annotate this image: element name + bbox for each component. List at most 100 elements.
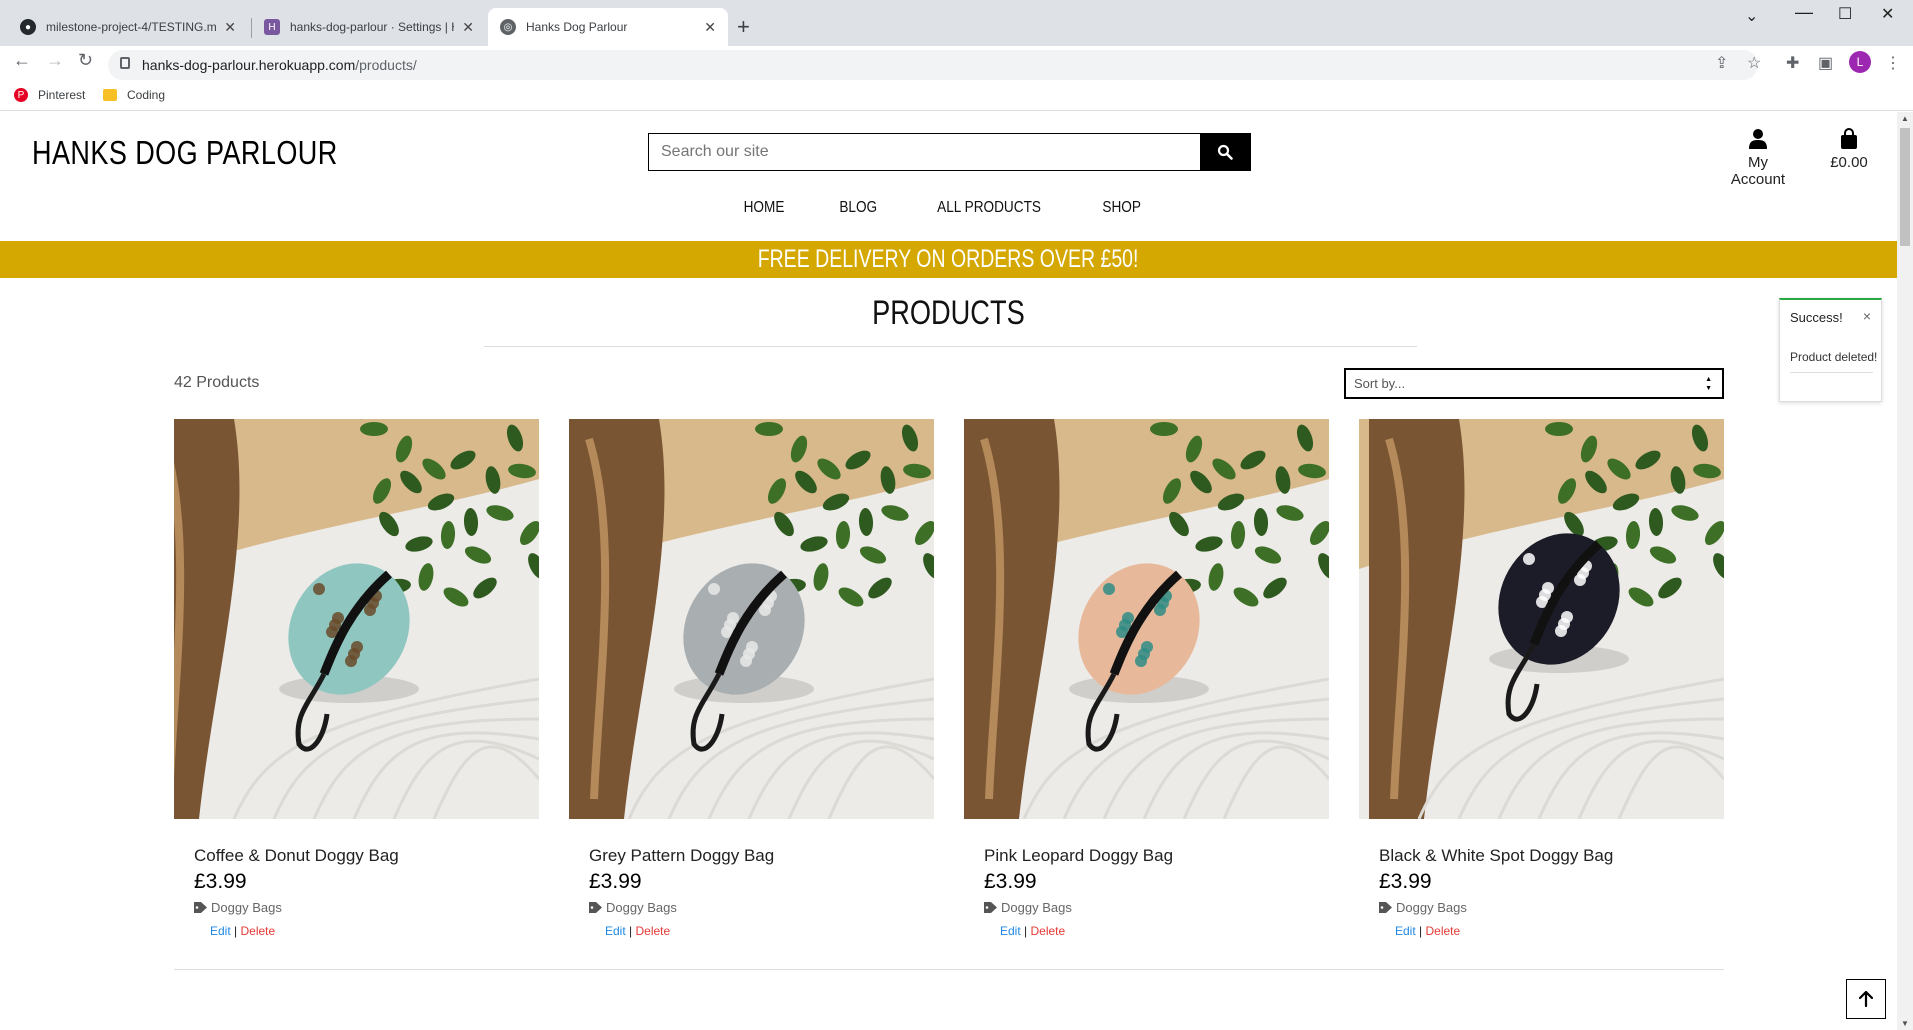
edit-link[interactable]: Edit: [210, 924, 231, 938]
side-panel-icon[interactable]: ▣: [1818, 53, 1833, 73]
search-input[interactable]: [649, 134, 1200, 170]
bag-pattern-dot: [1523, 553, 1535, 565]
delete-link[interactable]: Delete: [1030, 924, 1065, 938]
bookmark-star-icon[interactable]: ☆: [1747, 53, 1761, 73]
product-category[interactable]: Doggy Bags: [984, 900, 1072, 915]
my-account-link[interactable]: My Account: [1722, 128, 1794, 188]
edit-link[interactable]: Edit: [1395, 924, 1416, 938]
scroll-down-icon[interactable]: ▼: [1901, 1019, 1909, 1028]
new-tab-icon[interactable]: +: [737, 14, 750, 40]
category-label: Doggy Bags: [1001, 900, 1072, 915]
tab-strip: ● milestone-project-4/TESTING.md ✕ H han…: [0, 0, 1913, 46]
nav-blog[interactable]: BLOG: [839, 199, 877, 217]
extensions-icon[interactable]: ✚: [1786, 53, 1799, 73]
tab-github[interactable]: ● milestone-project-4/TESTING.md ✕: [8, 8, 248, 46]
nav-home[interactable]: HOME: [744, 199, 785, 217]
success-toast: Success! × Product deleted!: [1779, 298, 1882, 402]
nav-all-products[interactable]: ALL PRODUCTS: [938, 199, 1042, 217]
delete-link[interactable]: Delete: [635, 924, 670, 938]
product-name: Pink Leopard Doggy Bag: [984, 846, 1174, 865]
action-separator: |: [230, 924, 241, 938]
forward-icon[interactable]: →: [46, 50, 64, 71]
products-divider: [174, 969, 1724, 970]
bag-total: £0.00: [1830, 154, 1868, 171]
close-tab-icon[interactable]: ✕: [224, 19, 236, 36]
close-window-icon[interactable]: ✕: [1881, 4, 1894, 24]
nav-shop[interactable]: SHOP: [1102, 199, 1141, 217]
scroll-up-icon[interactable]: ▲: [1901, 114, 1909, 123]
product-price: £3.99: [1379, 870, 1432, 893]
address-bar[interactable]: hanks-dog-parlour.herokuapp.com/products…: [108, 50, 1758, 80]
toast-close-button[interactable]: ×: [1863, 308, 1871, 324]
menu-icon[interactable]: ⋮: [1885, 53, 1901, 73]
pinterest-icon: P: [14, 88, 28, 102]
product-image[interactable]: [174, 419, 539, 819]
close-tab-icon[interactable]: ✕: [462, 19, 474, 36]
shopping-bag-icon: [1841, 128, 1857, 149]
user-icon: [1749, 129, 1767, 149]
product-image[interactable]: [569, 419, 934, 819]
bag-pattern-dot: [708, 583, 720, 595]
tab-search-icon[interactable]: ⌄: [1745, 6, 1758, 26]
search-button[interactable]: [1200, 134, 1250, 170]
account-label: My Account: [1730, 154, 1786, 188]
scrollbar-thumb[interactable]: [1900, 128, 1910, 246]
shopping-bag-link[interactable]: £0.00: [1826, 128, 1872, 171]
close-tab-icon[interactable]: ✕: [704, 19, 716, 36]
bag-pattern-dot: [1154, 604, 1166, 616]
tag-icon: [984, 902, 997, 913]
tab-hanks[interactable]: ◎ Hanks Dog Parlour ✕: [488, 8, 728, 46]
bag-pattern-dot: [740, 655, 752, 667]
bookmark-pinterest[interactable]: P Pinterest: [14, 88, 85, 102]
product-category[interactable]: Doggy Bags: [589, 900, 677, 915]
product-image[interactable]: [1359, 419, 1724, 819]
tab-title: milestone-project-4/TESTING.md: [46, 20, 217, 34]
edit-link[interactable]: Edit: [605, 924, 626, 938]
bag-pattern-dot: [1555, 625, 1567, 637]
maximize-icon[interactable]: ☐: [1838, 4, 1852, 24]
leaf: [1150, 422, 1178, 436]
product-category[interactable]: Doggy Bags: [1379, 900, 1467, 915]
product-category[interactable]: Doggy Bags: [194, 900, 282, 915]
minimize-icon[interactable]: —: [1795, 2, 1813, 23]
product-name: Black & White Spot Doggy Bag: [1379, 846, 1614, 865]
toast-divider: [1790, 372, 1873, 373]
sort-select[interactable]: Sort by... ▲ ▼: [1344, 368, 1724, 399]
lock-icon: [120, 57, 130, 69]
bag-pattern-dot: [345, 655, 357, 667]
bag-pattern-dot: [364, 604, 376, 616]
share-icon[interactable]: ⇪: [1715, 53, 1728, 73]
site-search: [648, 133, 1251, 171]
tab-heroku[interactable]: H hanks-dog-parlour · Settings | He ✕: [252, 8, 486, 46]
folder-icon: [103, 89, 117, 101]
tag-icon: [1379, 902, 1392, 913]
leaf: [360, 422, 388, 436]
url-text: hanks-dog-parlour.herokuapp.com/products…: [142, 57, 417, 73]
bookmark-coding[interactable]: Coding: [103, 88, 165, 102]
delete-link[interactable]: Delete: [1425, 924, 1460, 938]
tag-icon: [194, 902, 207, 913]
category-label: Doggy Bags: [1396, 900, 1467, 915]
product-image[interactable]: [964, 419, 1329, 819]
page-scrollbar[interactable]: ▲ ▼: [1897, 112, 1913, 1030]
profile-avatar[interactable]: L: [1849, 51, 1871, 73]
action-separator: |: [1415, 924, 1426, 938]
action-separator: |: [1020, 924, 1031, 938]
delete-link[interactable]: Delete: [240, 924, 275, 938]
product-name: Coffee & Donut Doggy Bag: [194, 846, 399, 865]
site-brand[interactable]: HANKS DOG PARLOUR: [32, 134, 338, 172]
reload-icon[interactable]: ↻: [78, 50, 93, 71]
back-to-top-button[interactable]: [1846, 979, 1886, 1019]
title-divider: [484, 346, 1417, 347]
toast-message: Product deleted!: [1790, 350, 1878, 364]
browser-chrome: ● milestone-project-4/TESTING.md ✕ H han…: [0, 0, 1913, 111]
edit-link[interactable]: Edit: [1000, 924, 1021, 938]
page-title-text: PRODUCTS: [872, 294, 1025, 332]
heroku-icon: H: [264, 19, 280, 35]
github-icon: ●: [20, 19, 36, 35]
sort-select-value: Sort by...: [1354, 376, 1406, 391]
product-admin-actions: Edit | Delete: [210, 924, 275, 938]
leaf: [755, 422, 783, 436]
product-photo: [1359, 419, 1724, 819]
back-icon[interactable]: ←: [13, 50, 31, 71]
